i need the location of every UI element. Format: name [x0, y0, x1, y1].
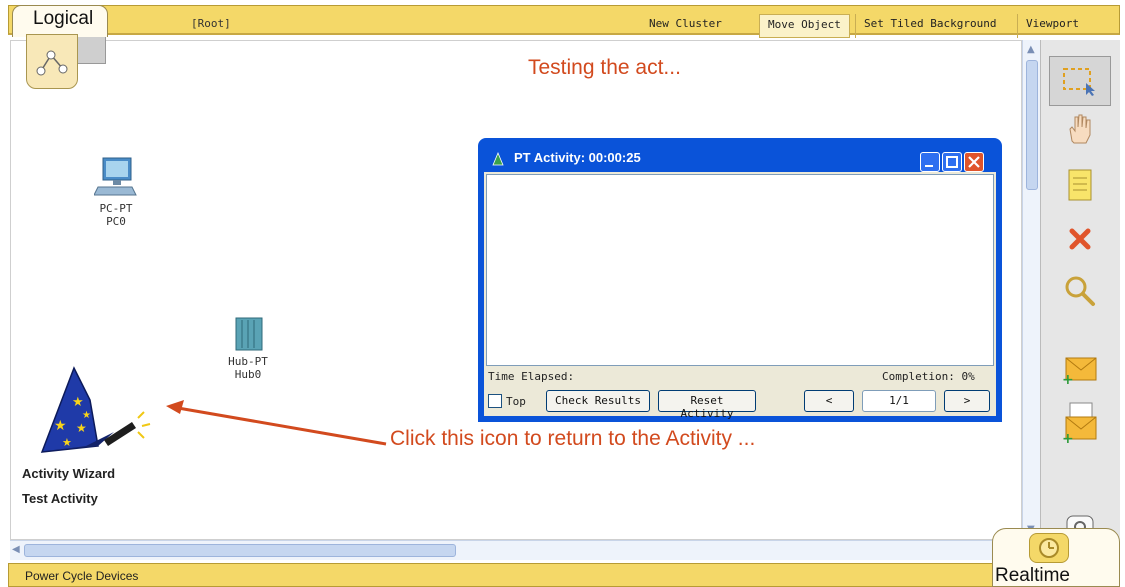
- activity-wizard-button[interactable]: ★ ★ ★ ★ ★: [34, 360, 164, 460]
- hand-icon: [1069, 114, 1091, 144]
- set-tiled-background-button[interactable]: Set Tiled Background: [855, 14, 1004, 38]
- svg-text:★: ★: [72, 395, 84, 410]
- close-button[interactable]: [964, 152, 984, 172]
- window-title: PT Activity: 00:00:25: [514, 150, 641, 165]
- add-complex-pdu-tool[interactable]: +: [1049, 398, 1111, 448]
- svg-text:★: ★: [62, 436, 72, 449]
- previous-button[interactable]: <: [804, 390, 854, 412]
- svg-text:+: +: [1062, 372, 1074, 386]
- minimize-icon: [925, 165, 933, 167]
- wizard-subtitle: Test Activity: [22, 491, 98, 506]
- pc-icon: [93, 157, 137, 196]
- horizontal-scroll-thumb[interactable]: [24, 544, 456, 557]
- horizontal-scrollbar[interactable]: ◀ ▶: [10, 540, 1022, 560]
- top-bar: [Root] New Cluster Move Object Set Tiled…: [8, 5, 1120, 38]
- pt-activity-window[interactable]: PT Activity: 00:00:25 Time Elapsed: Comp…: [478, 138, 1002, 422]
- viewport-button[interactable]: Viewport: [1017, 14, 1087, 38]
- device-type-label: Hub-PT: [228, 355, 268, 368]
- activity-content-pane[interactable]: [486, 174, 994, 366]
- wizard-title: Activity Wizard: [22, 466, 116, 481]
- page-indicator: 1/1: [862, 390, 936, 412]
- logical-tab[interactable]: Logical: [12, 5, 108, 37]
- status-bar: Power Cycle Devices: [8, 563, 1008, 587]
- delete-tool[interactable]: [1049, 214, 1111, 264]
- minimize-button[interactable]: [920, 152, 940, 172]
- select-tool[interactable]: [1049, 56, 1111, 106]
- realtime-tab-label: Realtime: [995, 565, 1070, 586]
- new-cluster-button[interactable]: New Cluster: [641, 14, 730, 38]
- vertical-scrollbar[interactable]: ▲ ▼: [1022, 40, 1040, 540]
- device-hub0[interactable]: Hub-PT Hub0: [220, 316, 276, 381]
- svg-text:★: ★: [54, 418, 67, 434]
- clock-icon: [1039, 538, 1059, 558]
- realtime-clock-icon: [1029, 533, 1069, 563]
- add-simple-pdu-tool[interactable]: +: [1049, 344, 1111, 394]
- maximize-icon: [946, 156, 958, 168]
- svg-text:+: +: [1062, 431, 1074, 445]
- completion-label: Completion: 0%: [882, 370, 975, 383]
- vertical-scroll-thumb[interactable]: [1026, 60, 1038, 190]
- svg-text:★: ★: [82, 410, 91, 421]
- reset-activity-button[interactable]: Reset Activity: [658, 390, 756, 420]
- select-icon: [1063, 68, 1095, 96]
- add-complex-pdu-icon: +: [1062, 402, 1097, 445]
- window-body: Time Elapsed: Completion: 0% Top Check R…: [484, 172, 996, 420]
- hub-icon: [235, 317, 263, 351]
- logical-navigation-button[interactable]: [26, 34, 78, 89]
- window-titlebar[interactable]: PT Activity: 00:00:25: [488, 144, 988, 172]
- device-name-label: Hub0: [234, 368, 262, 381]
- logical-tab-label: Logical: [33, 8, 94, 29]
- maximize-button[interactable]: [942, 152, 962, 172]
- scroll-left-icon[interactable]: ◀: [12, 544, 20, 555]
- close-icon: [968, 156, 980, 168]
- power-cycle-devices-button[interactable]: Power Cycle Devices: [25, 569, 138, 583]
- canvas-title: Testing the act...: [528, 56, 681, 79]
- wizard-hat-icon: ★ ★ ★ ★ ★: [40, 366, 151, 453]
- note-icon: [1068, 169, 1092, 201]
- add-simple-pdu-icon: +: [1062, 357, 1097, 386]
- device-type-label: PC-PT: [99, 202, 133, 215]
- scroll-up-icon[interactable]: ▲: [1027, 44, 1035, 55]
- root-breadcrumb[interactable]: [Root]: [191, 17, 231, 30]
- inspect-icon: [1065, 276, 1095, 306]
- cluster-nav-icon: [36, 50, 68, 76]
- realtime-tab[interactable]: Realtime: [992, 528, 1120, 587]
- device-name-label: PC0: [106, 215, 126, 228]
- inspect-tool[interactable]: [1049, 266, 1111, 316]
- device-pc0[interactable]: PC-PT PC0: [86, 155, 146, 228]
- move-object-button[interactable]: Move Object: [759, 14, 850, 38]
- delete-icon: [1069, 228, 1091, 250]
- annotation-arrow: [166, 400, 387, 446]
- top-checkbox[interactable]: [488, 394, 502, 408]
- time-elapsed-label: Time Elapsed:: [488, 370, 575, 383]
- check-results-button[interactable]: Check Results: [546, 390, 650, 412]
- hand-tool[interactable]: [1049, 104, 1111, 154]
- note-tool[interactable]: [1049, 160, 1111, 210]
- next-button[interactable]: >: [944, 390, 990, 412]
- top-checkbox-label: Top: [506, 395, 526, 408]
- common-tools-bar: + +: [1040, 40, 1120, 560]
- annotation-text: Click this icon to return to the Activit…: [390, 427, 756, 450]
- pt-app-icon: [492, 151, 504, 166]
- svg-text:★: ★: [76, 421, 87, 435]
